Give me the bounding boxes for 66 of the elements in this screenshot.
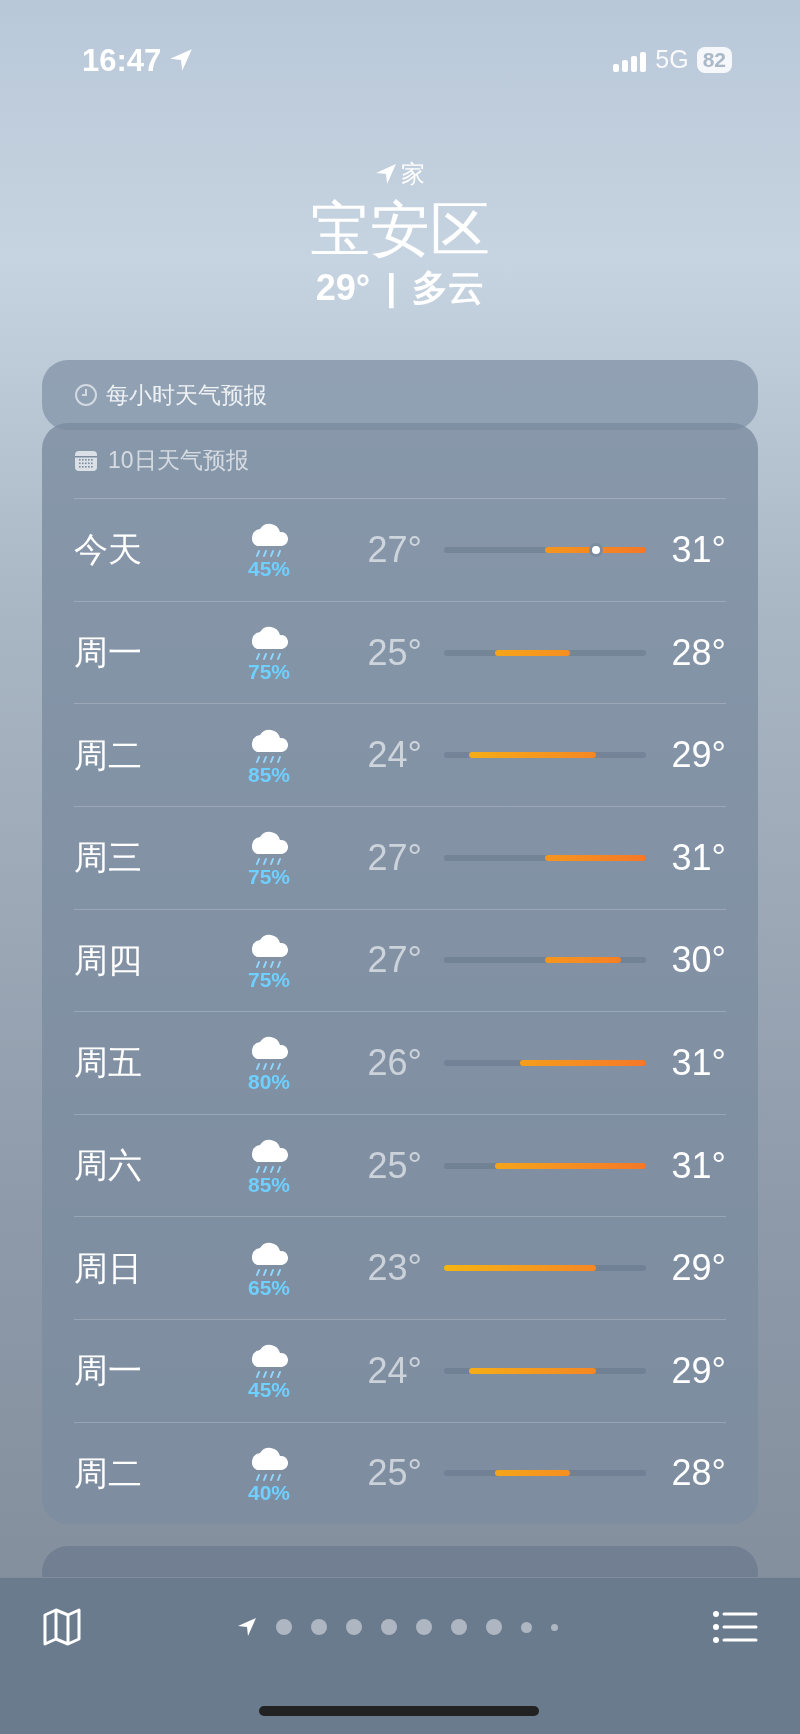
page-dot[interactable] xyxy=(485,1619,502,1635)
page-dot[interactable] xyxy=(380,1619,397,1635)
low-temperature: 25° xyxy=(366,630,422,675)
location-label: 家 xyxy=(401,162,425,186)
weather-condition: 多云 xyxy=(412,266,485,310)
precipitation-chance: 75% xyxy=(248,968,290,990)
high-temperature: 28° xyxy=(670,1451,726,1496)
location-arrow-icon xyxy=(169,48,194,72)
high-temperature: 30° xyxy=(670,938,726,983)
high-temperature: 28° xyxy=(670,630,726,675)
page-dot[interactable] xyxy=(415,1619,432,1635)
status-time: 16:47 xyxy=(82,44,162,76)
precipitation-chance: 80% xyxy=(248,1071,290,1093)
day-label: 今天 xyxy=(74,529,143,571)
low-temperature: 27° xyxy=(366,938,422,983)
low-temperature: 23° xyxy=(366,1246,422,1291)
location-arrow-icon xyxy=(375,163,397,185)
precipitation-chance: 45% xyxy=(248,1379,290,1401)
map-icon[interactable] xyxy=(42,1606,82,1648)
low-temperature: 25° xyxy=(366,1451,422,1496)
page-dot[interactable] xyxy=(450,1619,467,1635)
precipitation-chance: 75% xyxy=(248,661,290,683)
high-temperature: 29° xyxy=(670,733,726,778)
low-temperature: 24° xyxy=(366,733,422,778)
low-temperature: 24° xyxy=(366,1348,422,1393)
precipitation-chance: 85% xyxy=(248,1174,290,1196)
page-dot[interactable] xyxy=(275,1619,292,1635)
high-temperature: 31° xyxy=(670,528,726,572)
low-temperature: 25° xyxy=(366,1143,422,1188)
precipitation-chance: 85% xyxy=(248,763,290,785)
battery-level: 82 xyxy=(696,47,732,73)
high-temperature: 31° xyxy=(670,1040,726,1085)
page-dot[interactable] xyxy=(345,1619,362,1635)
page-dot[interactable] xyxy=(520,1621,532,1633)
card-title: 10日天气预报 xyxy=(108,446,249,476)
page-dot[interactable] xyxy=(310,1619,327,1635)
day-label: 周三 xyxy=(74,837,143,879)
precipitation-chance: 45% xyxy=(248,558,290,580)
day-label: 周二 xyxy=(74,1452,143,1494)
low-temperature: 26° xyxy=(366,1040,422,1085)
location-page-icon[interactable] xyxy=(236,1617,257,1637)
precipitation-chance: 75% xyxy=(248,866,290,888)
current-temperature: 29° xyxy=(315,266,371,310)
day-label: 周一 xyxy=(74,1350,143,1392)
city-name: 宝安区 xyxy=(310,196,490,263)
clock-icon xyxy=(74,383,98,408)
network-type: 5G xyxy=(655,44,689,76)
precipitation-chance: 40% xyxy=(248,1481,290,1503)
day-label: 周日 xyxy=(74,1247,143,1289)
high-temperature: 29° xyxy=(670,1348,726,1393)
list-icon[interactable] xyxy=(712,1609,758,1645)
high-temperature: 29° xyxy=(670,1246,726,1291)
low-temperature: 27° xyxy=(366,835,422,880)
precipitation-chance: 65% xyxy=(248,1276,290,1298)
separator: | xyxy=(386,266,397,310)
high-temperature: 31° xyxy=(670,835,726,880)
card-title: 每小时天气预报 xyxy=(106,380,267,410)
high-temperature: 31° xyxy=(670,1143,726,1188)
calendar-icon xyxy=(74,448,98,473)
day-label: 周四 xyxy=(74,939,143,981)
low-temperature: 27° xyxy=(366,528,422,572)
day-label: 周一 xyxy=(74,632,143,674)
day-label: 周六 xyxy=(74,1145,143,1187)
day-label: 周二 xyxy=(74,734,143,776)
page-dot[interactable] xyxy=(550,1623,558,1631)
day-label: 周五 xyxy=(74,1042,143,1084)
